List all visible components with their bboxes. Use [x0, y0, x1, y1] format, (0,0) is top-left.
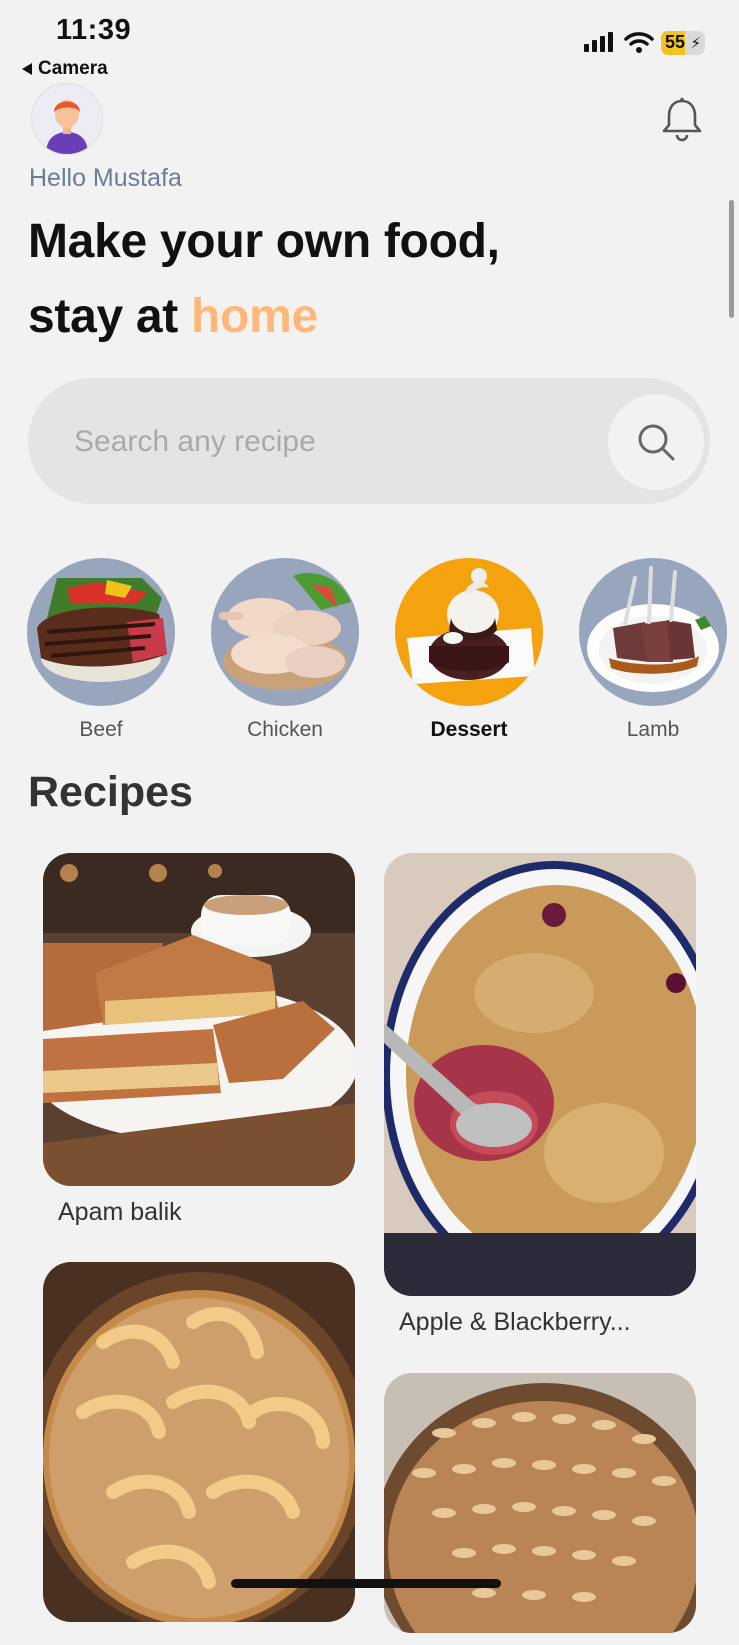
category-label: Lamb	[626, 718, 680, 741]
cellular-signal-icon	[584, 32, 613, 52]
recipe-image	[384, 1373, 696, 1633]
wifi-icon	[624, 30, 654, 59]
category-label: Dessert	[430, 718, 508, 741]
headline-line-2: stay at home	[28, 289, 318, 344]
home-indicator[interactable]	[231, 1579, 501, 1588]
headline-prefix: stay at	[28, 290, 192, 343]
battery-level: 55	[665, 32, 686, 52]
search-bar	[28, 378, 710, 504]
greeting-text: Hello Mustafa	[29, 164, 182, 192]
category-label: Chicken	[247, 718, 323, 741]
dessert-image	[395, 558, 543, 706]
headline-accent: home	[191, 290, 318, 343]
recipe-image	[43, 1262, 355, 1622]
recipe-image	[43, 853, 355, 1186]
recipes-heading: Recipes	[28, 768, 193, 816]
user-avatar-icon[interactable]	[31, 83, 103, 155]
beef-image	[27, 558, 175, 706]
scrollbar[interactable]	[729, 200, 734, 318]
status-time: 11:39	[56, 14, 132, 46]
back-arrow-icon	[22, 63, 32, 75]
back-to-camera-link[interactable]: Camera	[22, 58, 108, 80]
headline-line-1: Make your own food,	[28, 215, 500, 268]
search-input[interactable]	[72, 414, 596, 470]
category-chicken[interactable]: Chicken	[211, 558, 359, 742]
category-label: Beef	[79, 718, 123, 741]
back-label: Camera	[38, 58, 108, 79]
recipe-card-bakewell-tart[interactable]	[384, 1373, 696, 1645]
recipe-name: Apam balik	[58, 1198, 182, 1226]
category-lamb[interactable]: Lamb	[579, 558, 727, 742]
category-dessert[interactable]: Dessert	[395, 558, 543, 742]
recipe-card-apple-blackberry[interactable]: Apple & Blackberry...	[384, 853, 696, 1337]
search-button[interactable]	[608, 394, 704, 490]
recipe-name: Apple & Blackberry...	[399, 1308, 631, 1336]
search-icon	[638, 424, 675, 461]
battery-icon: 55 ⚡	[661, 31, 705, 55]
lamb-image	[579, 558, 727, 706]
bell-icon[interactable]	[660, 96, 704, 147]
category-beef[interactable]: Beef	[27, 558, 175, 742]
recipe-image	[384, 853, 696, 1296]
chicken-image	[211, 558, 359, 706]
recipe-card-apam-balik[interactable]: Apam balik	[43, 853, 355, 1227]
